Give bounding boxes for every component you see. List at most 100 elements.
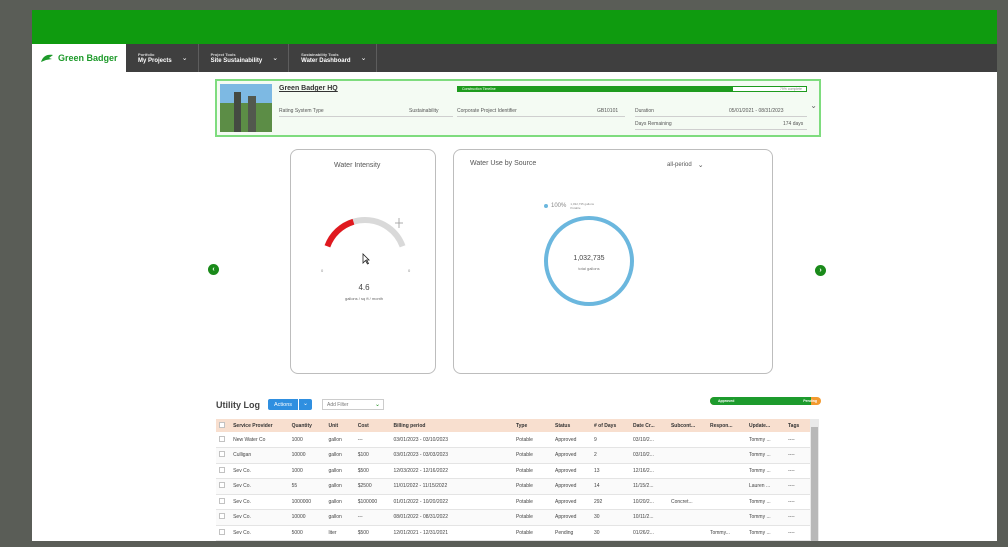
- carousel-prev-button[interactable]: ‹: [208, 264, 219, 275]
- nav-sustainability-tools[interactable]: Sustainability Tools Water Dashboard ⌄: [289, 44, 378, 72]
- nav-project-tools[interactable]: Project Tools Site Sustainability ⌄: [199, 44, 290, 72]
- nav-portfolio[interactable]: Portfolio My Projects ⌄: [126, 44, 199, 72]
- column-header[interactable]: Unit: [325, 419, 355, 432]
- project-name-link[interactable]: Green Badger HQ: [279, 85, 338, 92]
- water-source-title: Water Use by Source: [470, 160, 537, 167]
- row-checkbox[interactable]: [216, 478, 231, 495]
- period-select[interactable]: all-period ⌄: [667, 161, 704, 169]
- table-cell: $500: [354, 525, 391, 541]
- table-cell: Potable: [512, 494, 552, 510]
- column-header[interactable]: Quantity: [288, 419, 326, 432]
- table-scrollbar[interactable]: [810, 419, 819, 541]
- actions-dropdown-button[interactable]: ⌄: [298, 399, 312, 410]
- table-row[interactable]: New Water Co 1000 gallon --- 03/01/2023 - 03…: [216, 432, 810, 448]
- column-header[interactable]: Date Cr...: [630, 419, 668, 432]
- actions-button[interactable]: Actions: [268, 399, 302, 410]
- water-intensity-value: 4.6: [358, 283, 370, 292]
- days-remaining-value: 174 days: [783, 121, 804, 127]
- table-cell: ----: [785, 478, 810, 495]
- nav-portfolio-value: My Projects: [138, 58, 172, 64]
- brand-logo[interactable]: Green Badger: [32, 44, 126, 72]
- column-header[interactable]: Type: [512, 419, 552, 432]
- table-row[interactable]: Sev Co. 55 gallon $2500 11/01/2022 - 11/15/2…: [216, 478, 810, 495]
- table-cell: Approved: [551, 509, 591, 526]
- column-header[interactable]: Service Provider: [230, 419, 289, 432]
- add-filter-select[interactable]: Add Filter ⌄: [322, 399, 384, 410]
- table-cell: ----: [785, 447, 810, 464]
- cursor-icon: [362, 253, 370, 265]
- table-row[interactable]: Sev Co. 10000 gallon --- 08/01/2022 - 08/31/…: [216, 509, 810, 526]
- column-header[interactable]: Respon...: [706, 419, 746, 432]
- table-row[interactable]: Sev Co. 5000 liter $500 12/01/2021 - 12/31/2…: [216, 525, 810, 541]
- carousel-next-button[interactable]: ›: [815, 265, 826, 276]
- corp-id-label: Corporate Project Identifier: [457, 108, 517, 114]
- table-cell: [667, 463, 707, 479]
- select-all-checkbox[interactable]: [216, 419, 231, 432]
- row-checkbox[interactable]: [216, 432, 231, 448]
- table-header-row: Service Provider Quantity Unit Cost Billing …: [216, 419, 810, 432]
- table-cell: Lauren ...: [745, 478, 785, 495]
- water-intensity-unit: gallons / sq ft / month: [344, 296, 384, 301]
- table-row[interactable]: Sev Co. 1000000 gallon $100000 01/01/2022 - …: [216, 494, 810, 510]
- table-cell: ----: [785, 432, 810, 448]
- utility-log-table: Service Provider Quantity Unit Cost Billing …: [216, 419, 810, 541]
- period-value: all-period: [667, 162, 692, 168]
- row-checkbox[interactable]: [216, 509, 231, 526]
- chevron-down-icon: ⌄: [302, 401, 309, 407]
- table-cell: 1000: [288, 463, 326, 479]
- table-cell: Sev Co.: [230, 494, 289, 510]
- water-intensity-gauge: [324, 217, 406, 248]
- row-checkbox[interactable]: [216, 447, 231, 464]
- table-cell: 08/01/2022 - 08/31/2022: [390, 509, 513, 526]
- row-checkbox[interactable]: [216, 494, 231, 510]
- brand-name: Green Badger: [58, 53, 118, 63]
- chevron-down-icon[interactable]: ⌄: [272, 54, 278, 62]
- chevron-down-icon[interactable]: ⌄: [810, 101, 817, 110]
- column-header[interactable]: Cost: [354, 419, 391, 432]
- table-cell: 12/16/2...: [630, 463, 668, 479]
- table-cell: Concret...: [667, 494, 707, 510]
- chevron-down-icon[interactable]: ⌄: [182, 54, 188, 62]
- chevron-down-icon[interactable]: ⌄: [361, 54, 367, 62]
- row-checkbox[interactable]: [216, 525, 231, 541]
- table-cell: $2500: [354, 478, 391, 495]
- table-cell: 5000: [288, 525, 326, 541]
- table-cell: Tommy ...: [745, 509, 785, 526]
- legend-name: Potable: [570, 206, 581, 210]
- row-checkbox[interactable]: [216, 463, 231, 479]
- gauge-min-label: 0: [321, 268, 324, 273]
- column-header[interactable]: Tags: [785, 419, 810, 432]
- table-cell: Tommy ...: [745, 463, 785, 479]
- table-cell: 1000000: [288, 494, 326, 510]
- table-row[interactable]: Sev Co. 1000 gallon $500 12/03/2022 - 12/16/…: [216, 463, 810, 479]
- scrollbar-thumb[interactable]: [811, 427, 818, 541]
- column-header[interactable]: # of Days: [591, 419, 631, 432]
- table-cell: Potable: [512, 525, 552, 541]
- top-banner: [32, 10, 997, 44]
- table-cell: 03/10/2...: [630, 432, 668, 448]
- table-cell: $100: [354, 447, 391, 464]
- project-card: Green Badger HQ Rating System Type Susta…: [215, 79, 821, 137]
- table-cell: Tommy...: [706, 525, 746, 541]
- table-cell: Sev Co.: [230, 478, 289, 495]
- column-header[interactable]: Status: [551, 419, 591, 432]
- table-cell: 01/01/2022 - 10/20/2022: [390, 494, 513, 510]
- table-row[interactable]: Culligan 10000 gallon $100 03/01/2023 - 03/0…: [216, 447, 810, 464]
- timeline-percent: 79% complete: [779, 87, 802, 91]
- table-cell: Tommy ...: [745, 494, 785, 510]
- table-cell: 2: [591, 447, 631, 464]
- column-header[interactable]: Subcont...: [667, 419, 707, 432]
- table-cell: 03/01/2023 - 03/10/2023: [390, 432, 513, 448]
- construction-timeline-bar: Construction Timeline 79% complete: [457, 86, 807, 92]
- column-header[interactable]: Update...: [745, 419, 785, 432]
- table-cell: Sev Co.: [230, 509, 289, 526]
- table-cell: 10/20/2...: [630, 494, 668, 510]
- approved-label: Approved: [718, 399, 735, 403]
- column-header[interactable]: Billing period: [390, 419, 513, 432]
- legend-dot-icon: [544, 204, 548, 208]
- table-cell: gallon: [325, 478, 355, 495]
- legend-percent: 100%: [551, 203, 567, 209]
- table-cell: 11/01/2022 - 11/15/2022: [390, 478, 513, 495]
- table-cell: Tommy ...: [745, 447, 785, 464]
- table-cell: [706, 463, 746, 479]
